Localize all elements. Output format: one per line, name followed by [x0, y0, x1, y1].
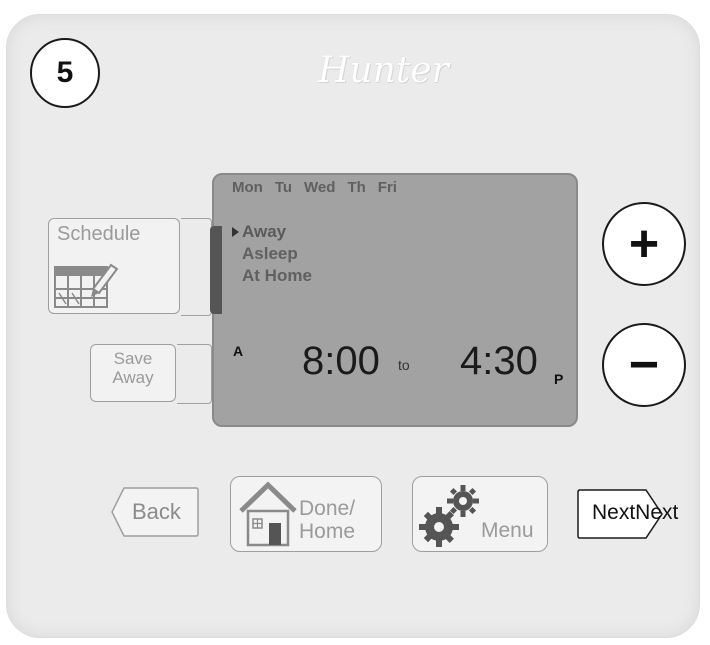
- schedule-button[interactable]: Schedule: [48, 218, 180, 314]
- end-time: 4:30: [460, 339, 538, 383]
- save-away-bracket: [177, 344, 212, 404]
- mode-list: Away Asleep At Home: [232, 221, 312, 287]
- to-label: to: [398, 357, 410, 373]
- save-away-label: Save Away: [112, 349, 154, 387]
- menu-label: Menu: [481, 519, 534, 542]
- gears-icon: [419, 485, 479, 547]
- menu-button[interactable]: Menu: [412, 476, 548, 552]
- back-label: Back: [132, 499, 181, 524]
- lcd-display: Mon Tu Wed Th Fri Away Asleep At Home A …: [212, 173, 578, 427]
- day-th: Th: [347, 179, 366, 196]
- step-number-badge: 5: [30, 38, 100, 108]
- mode-away: Away: [232, 221, 312, 243]
- schedule-indicator-tab: [210, 226, 222, 314]
- next-label: NextNext: [592, 501, 679, 524]
- day-mon: Mon: [232, 179, 263, 196]
- start-meridiem: A: [233, 343, 244, 359]
- day-tu: Tu: [274, 179, 293, 196]
- day-list: Mon Tu Wed Th Fri: [232, 179, 397, 196]
- minus-button[interactable]: −: [602, 323, 686, 407]
- start-time: 8:00: [302, 339, 380, 383]
- house-icon: [239, 481, 297, 547]
- end-meridiem: P: [554, 371, 564, 387]
- plus-button[interactable]: +: [602, 202, 686, 286]
- save-away-button[interactable]: Save Away: [90, 344, 176, 402]
- back-button[interactable]: Back: [110, 486, 200, 538]
- next-button[interactable]: NextNext: [576, 488, 678, 540]
- mode-at-home: At Home: [242, 266, 312, 285]
- mode-asleep: Asleep: [242, 244, 298, 263]
- brand-logo: Hunter: [318, 50, 449, 91]
- done-home-label: Done/ Home: [299, 497, 356, 543]
- calendar-pencil-icon: [54, 263, 119, 308]
- schedule-label: Schedule: [57, 223, 141, 245]
- day-wed: Wed: [304, 179, 336, 196]
- schedule-bracket: [181, 218, 212, 316]
- done-home-button[interactable]: Done/ Home: [230, 476, 382, 552]
- day-fri: Fri: [377, 179, 397, 196]
